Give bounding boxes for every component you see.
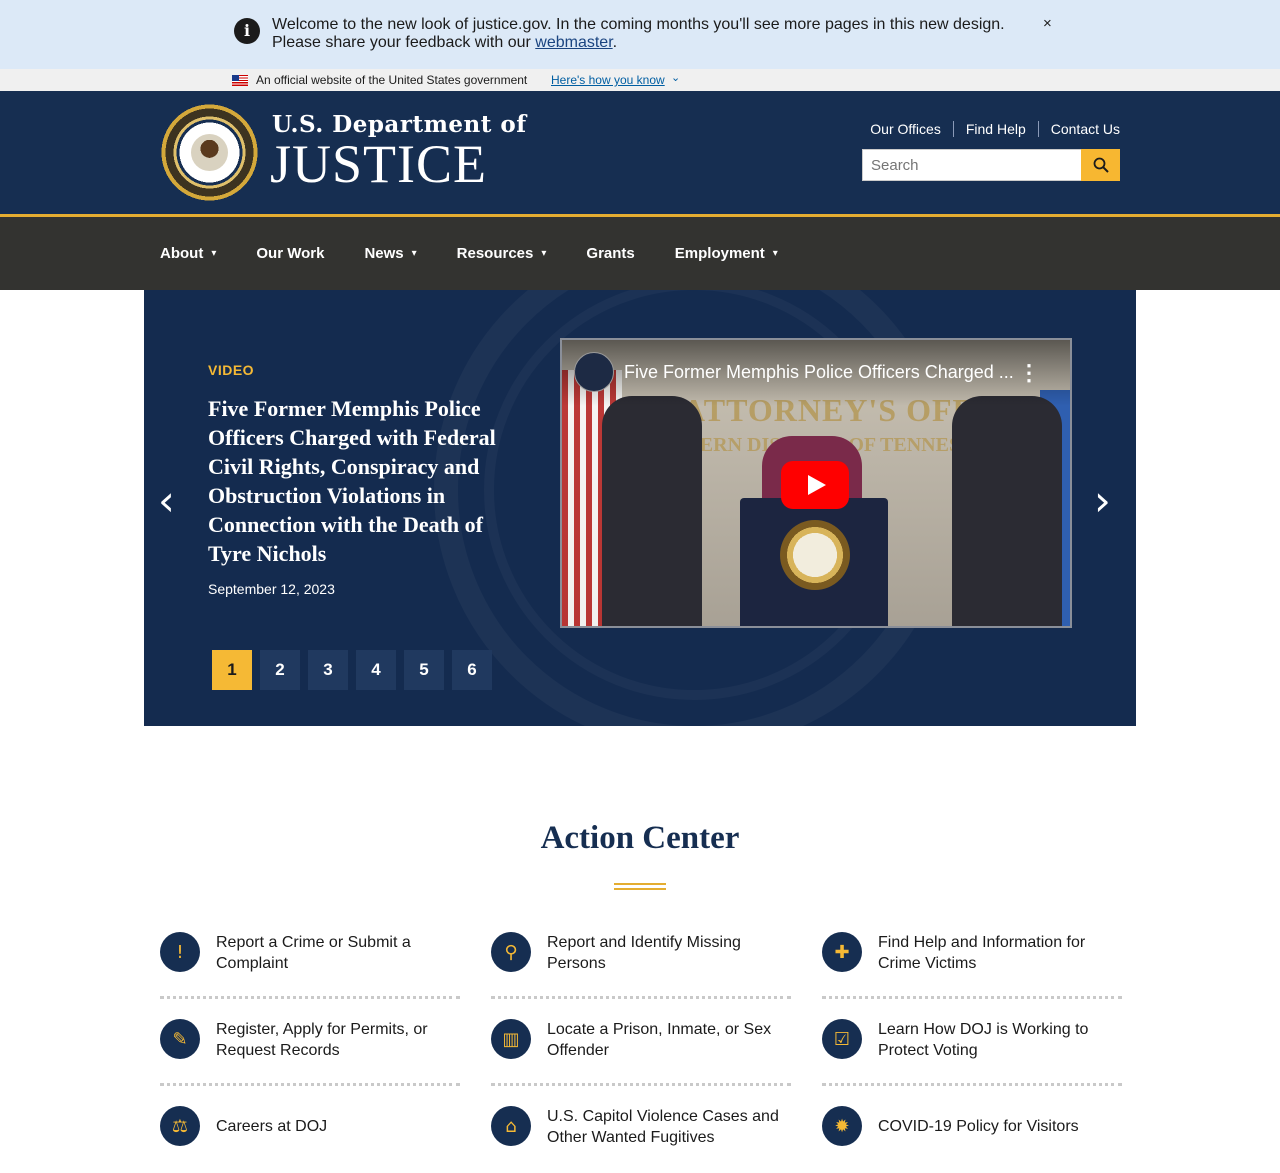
nav-employment[interactable]: Employment ▾ [675,245,778,262]
chevron-down-icon: ▾ [541,248,547,259]
page-button-5[interactable]: 5 [404,650,444,690]
action-label: Careers at DOJ [216,1118,328,1135]
action-label: Learn How DOJ is Working to Protect Voti… [878,1021,1089,1059]
carousel-next-button[interactable]: › [1094,480,1111,522]
action-permits-records[interactable]: ✎ Register, Apply for Permits, or Reques… [160,999,460,1086]
nav-our-work[interactable]: Our Work [256,245,324,262]
dept-name-big[interactable]: JUSTICE [270,133,487,195]
action-label: Report a Crime or Submit a Complaint [216,934,411,972]
find-help-link[interactable]: Find Help [952,121,1038,137]
nav-our-work-label: Our Work [256,245,325,262]
page-button-4[interactable]: 4 [356,650,396,690]
action-label: Locate a Prison, Inmate, or Sex Offender [547,1021,772,1059]
info-icon: i [234,18,260,44]
webmaster-link[interactable]: webmaster [535,34,612,51]
chevron-down-icon[interactable]: ⌄ [671,71,680,84]
action-locate-prison[interactable]: ▥ Locate a Prison, Inmate, or Sex Offend… [491,999,791,1086]
nav-news[interactable]: News ▾ [364,245,416,262]
search-button[interactable] [1081,149,1120,181]
nav-grants-label: Grants [586,245,635,262]
carousel-prev-button[interactable]: ‹ [158,480,175,522]
us-flag-icon [232,75,248,86]
hero-kicker: VIDEO [208,362,255,378]
main-navigation: About ▾ Our Work News ▾ Resources ▾ Grants … [0,217,1280,290]
alert-icon: ! [160,932,200,972]
scales-icon: ⚖ [160,1106,200,1146]
prison-bars-icon: ▥ [491,1019,531,1059]
our-offices-link[interactable]: Our Offices [858,121,953,137]
nav-grants[interactable]: Grants [586,245,634,262]
eagle-emblem [191,134,228,171]
alert-message-text: Welcome to the new look of justice.gov. … [272,16,1005,51]
hero-headline[interactable]: Five Former Memphis Police Officers Char… [208,394,518,568]
site-header: U.S. Department of JUSTICE Our Offices F… [0,91,1280,217]
first-aid-kit-icon: ✚ [822,932,862,972]
action-label: Register, Apply for Permits, or Request … [216,1021,428,1059]
heres-how-you-know-link[interactable]: Here's how you know [551,73,665,87]
site-alert-banner: i Welcome to the new look of justice.gov… [0,0,1280,69]
action-label: Report and Identify Missing Persons [547,934,741,972]
action-report-crime[interactable]: ! Report a Crime or Submit a Complaint [160,912,460,999]
virus-icon: ✹ [822,1106,862,1146]
capitol-icon: ⌂ [491,1106,531,1146]
close-alert-button[interactable]: × [1043,15,1052,32]
official-gov-banner: An official website of the United States… [0,69,1280,91]
more-options-icon[interactable]: ⋮ [1018,360,1040,386]
official-site-text: An official website of the United States… [256,73,528,87]
action-careers[interactable]: ⚖ Careers at DOJ [160,1086,460,1173]
action-label: COVID-19 Policy for Visitors [878,1118,1079,1135]
hero-date: September 12, 2023 [208,581,335,597]
nav-about-label: About [160,245,204,262]
podium-seal-icon [780,520,850,590]
page-button-2[interactable]: 2 [260,650,300,690]
nav-resources[interactable]: Resources ▾ [457,245,547,262]
alert-message: Welcome to the new look of justice.gov. … [272,16,1012,52]
action-protect-voting[interactable]: ☑ Learn How DOJ is Working to Protect Vo… [822,999,1122,1086]
chevron-down-icon: ▾ [411,248,417,259]
action-center-grid: ! Report a Crime or Submit a Complaint ⚲… [160,912,1122,1173]
speaker-left [602,396,702,626]
search-icon [1093,157,1109,173]
action-missing-persons[interactable]: ⚲ Report and Identify Missing Persons [491,912,791,999]
ballot-box-icon: ☑ [822,1019,862,1059]
doj-seal-logo[interactable] [161,104,258,201]
action-label: Find Help and Information for Crime Vict… [878,934,1086,972]
carousel-pager: 1 2 3 4 5 6 [212,650,500,690]
speaker-right [952,396,1062,626]
page-button-6[interactable]: 6 [452,650,492,690]
channel-avatar[interactable] [574,352,614,392]
action-label: U.S. Capitol Violence Cases and Other Wa… [547,1108,779,1146]
form-edit-icon: ✎ [160,1019,200,1059]
nav-news-label: News [364,245,404,262]
page-button-3[interactable]: 3 [308,650,348,690]
utility-links: Our Offices Find Help Contact Us [858,121,1120,137]
alert-message-suffix: . [612,34,618,51]
title-divider [614,883,666,890]
hero-carousel: ‹ VIDEO Five Former Memphis Police Offic… [144,290,1136,726]
chevron-down-icon: ▾ [211,248,217,259]
search-input[interactable] [862,149,1082,181]
action-capitol-violence[interactable]: ⌂ U.S. Capitol Violence Cases and Other … [491,1086,791,1173]
video-player[interactable]: ATTORNEY'S OFFICE WESTERN DISTRICT OF TE… [560,338,1072,628]
nav-employment-label: Employment [674,245,765,262]
nav-about[interactable]: About ▾ [160,245,216,262]
video-title[interactable]: Five Former Memphis Police Officers Char… [624,362,1014,383]
chevron-down-icon: ▾ [772,248,778,259]
contact-us-link[interactable]: Contact Us [1037,121,1120,137]
nav-resources-label: Resources [456,245,534,262]
page-button-1[interactable]: 1 [212,650,252,690]
action-crime-victims[interactable]: ✚ Find Help and Information for Crime Vi… [822,912,1122,999]
person-search-icon: ⚲ [491,932,531,972]
play-button[interactable] [781,461,849,509]
action-covid-policy[interactable]: ✹ COVID-19 Policy for Visitors [822,1086,1122,1173]
action-center-title: Action Center [540,820,740,856]
